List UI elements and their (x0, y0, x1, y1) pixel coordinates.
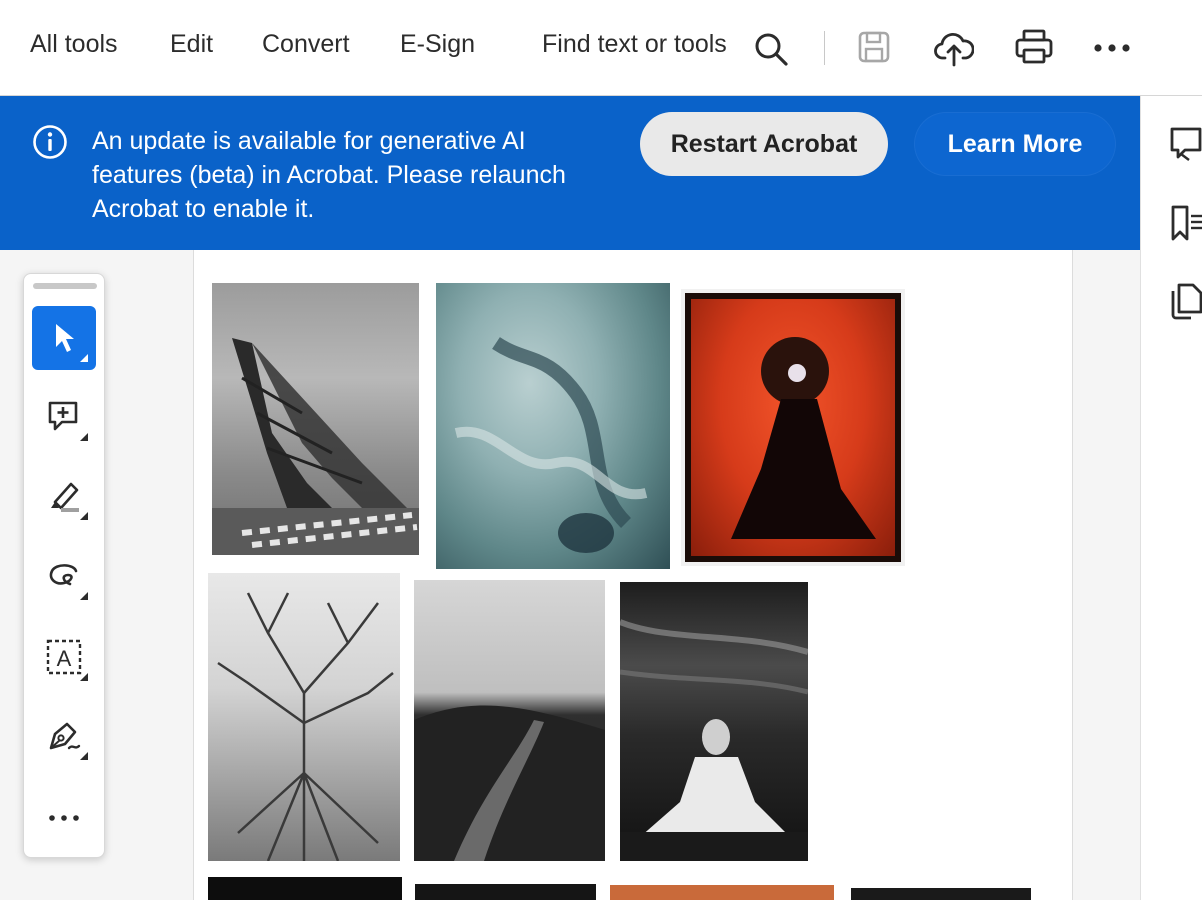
restart-acrobat-button[interactable]: Restart Acrobat (640, 112, 888, 176)
menu-all-tools[interactable]: All tools (30, 30, 118, 59)
add-comment-tool[interactable] (32, 385, 96, 449)
panel-drag-handle[interactable] (33, 283, 97, 289)
search-icon[interactable] (752, 30, 790, 68)
highlight-tool[interactable] (32, 464, 96, 528)
save-icon[interactable] (856, 29, 892, 65)
more-icon[interactable] (1092, 38, 1132, 58)
top-toolbar: All tools Edit Convert E-Sign Find text … (0, 0, 1202, 96)
document-page[interactable] (193, 250, 1073, 900)
freehand-draw-icon (49, 564, 78, 586)
draw-tool[interactable] (32, 544, 96, 608)
more-tools[interactable] (32, 786, 96, 850)
hill-path-photo (414, 580, 605, 861)
cursor-icon (56, 324, 74, 352)
svg-text:A: A (57, 646, 72, 671)
more-dots-icon (49, 815, 79, 821)
print-icon[interactable] (1014, 28, 1054, 66)
comment-add-icon (48, 401, 78, 431)
sign-tool[interactable] (32, 704, 96, 768)
banner-message: An update is available for generative AI… (92, 127, 566, 223)
menu-convert[interactable]: Convert (262, 30, 350, 59)
abstract-teal-photo (436, 283, 670, 569)
woman-by-sea-photo (620, 582, 808, 861)
comments-icon[interactable] (1169, 126, 1202, 167)
find-text-or-tools[interactable]: Find text or tools (542, 30, 727, 59)
pen-sign-icon (49, 722, 81, 750)
bottom-photo-3 (610, 885, 834, 900)
upload-icon[interactable] (934, 28, 974, 68)
quick-tools-panel: A (23, 273, 105, 858)
eiffel-tower-photo (212, 283, 419, 555)
right-rail (1140, 96, 1202, 900)
menu-edit[interactable]: Edit (170, 30, 213, 59)
red-costume-photo (681, 289, 905, 566)
text-box-tool[interactable]: A (32, 625, 96, 689)
bookmarks-icon[interactable] (1169, 204, 1202, 247)
update-banner: An update is available for generative AI… (0, 96, 1140, 250)
highlighter-icon (51, 482, 79, 512)
pages-icon[interactable] (1169, 282, 1202, 325)
toolbar-separator (824, 31, 825, 65)
bare-tree-photo (208, 573, 400, 861)
info-icon (32, 124, 68, 160)
learn-more-button[interactable]: Learn More (914, 112, 1116, 176)
bottom-photo-1 (208, 877, 402, 900)
bottom-photo-2 (415, 884, 596, 900)
menu-e-sign[interactable]: E-Sign (400, 30, 475, 59)
text-box-icon: A (46, 639, 82, 675)
document-canvas (0, 250, 1140, 900)
bottom-photo-4 (851, 888, 1031, 900)
select-tool[interactable] (32, 306, 96, 370)
